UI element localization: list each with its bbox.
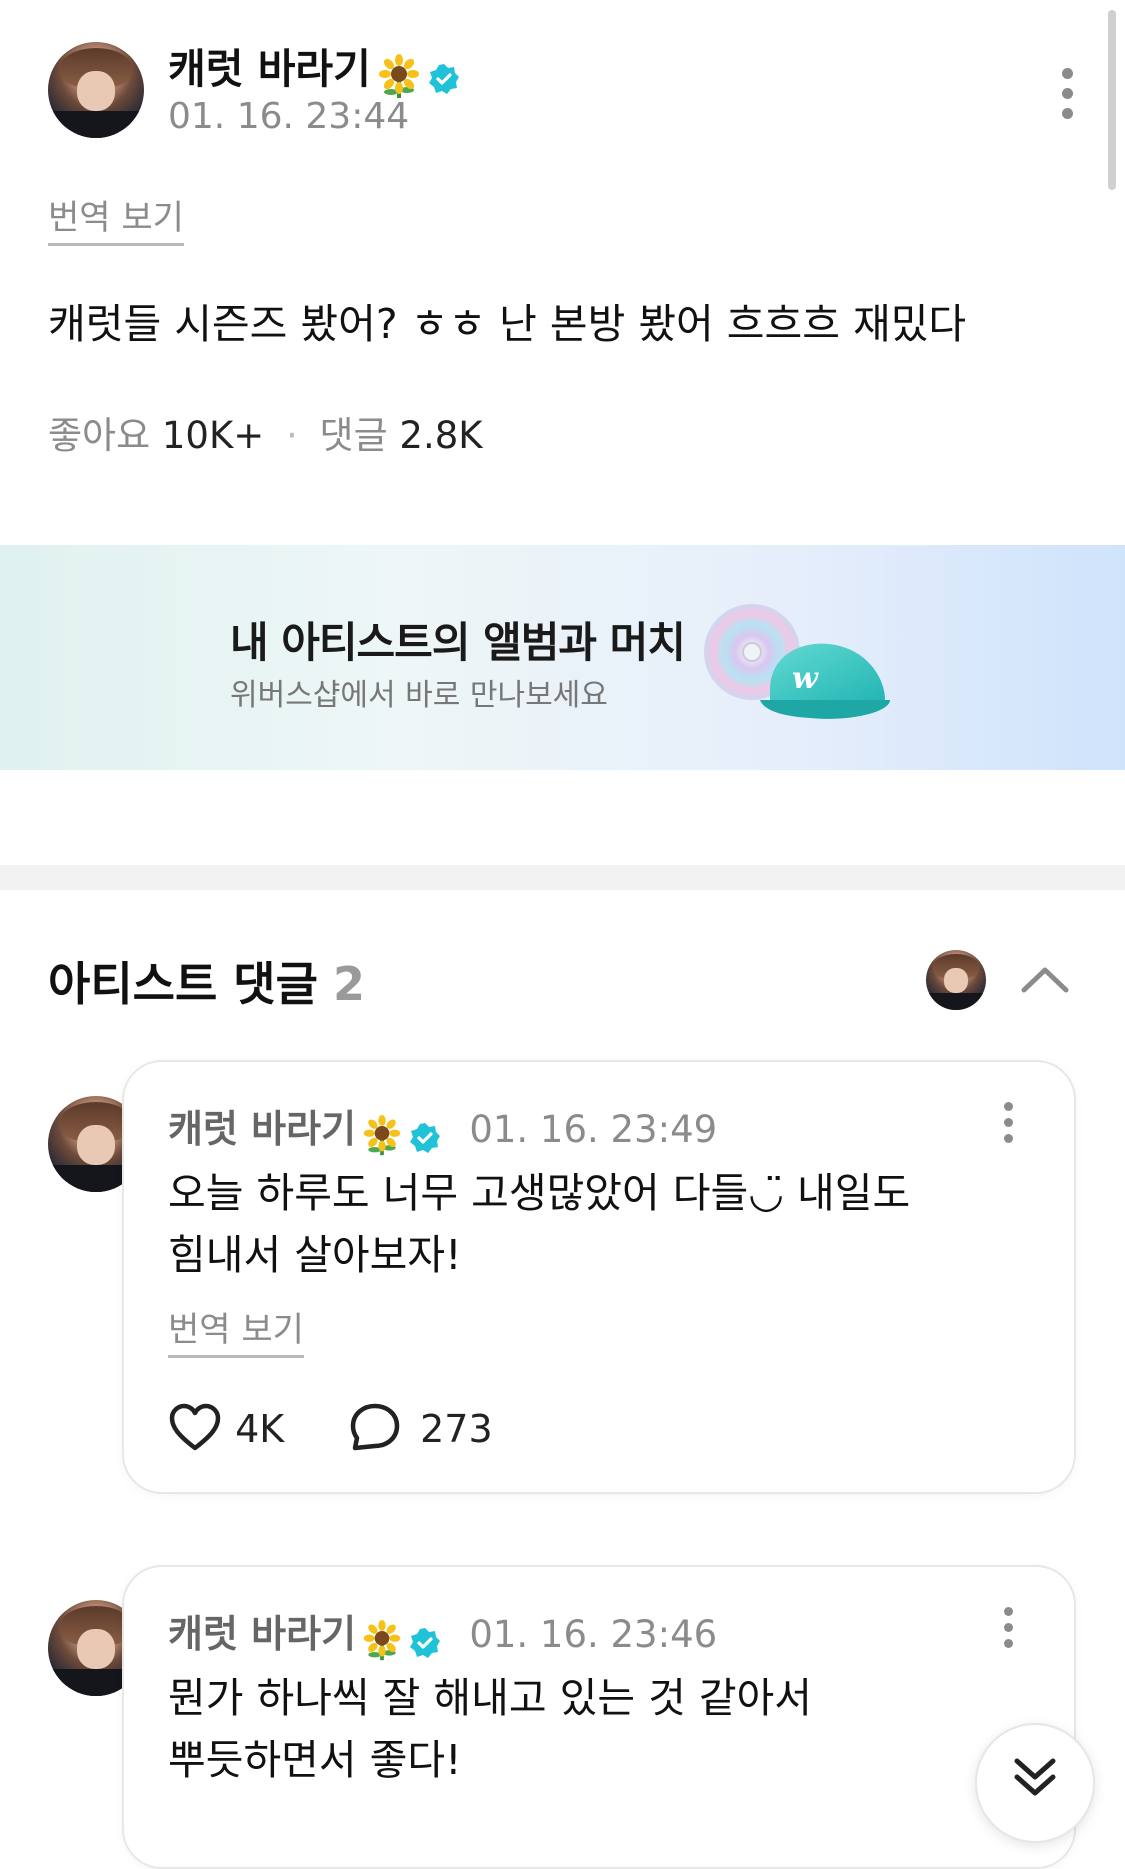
double-chevron-down-icon [1014, 1758, 1056, 1796]
artist-comments-header: 아티스트 댓글 2 [48, 948, 365, 1014]
comment-text: 뭔가 하나씩 잘 해내고 있는 것 같아서 뿌듯하면서 좋다! [168, 1667, 812, 1791]
author-avatar[interactable] [48, 42, 144, 138]
comment-text: 오늘 하루도 너무 고생많았어 다들◡̈ 내일도 힘내서 살아보자! [168, 1162, 910, 1286]
verified-badge-icon [408, 1626, 442, 1660]
comment-text-line: 오늘 하루도 너무 고생많았어 다들◡̈ 내일도 [168, 1169, 911, 1217]
reply-count: 273 [420, 1407, 493, 1451]
translate-link[interactable]: 번역 보기 [168, 1302, 304, 1358]
comment-author-name[interactable]: 캐럿 바라기 [168, 1612, 356, 1656]
comment-text-line: 뿌듯하면서 좋다! [168, 1736, 462, 1784]
section-divider [0, 865, 1125, 890]
banner-subtitle: 위버스샵에서 바로 만나보세요 [230, 678, 608, 713]
sunflower-icon [361, 1114, 403, 1161]
comment-text-line: 뭔가 하나씩 잘 해내고 있는 것 같아서 [168, 1674, 812, 1722]
likes-label: 좋아요 [48, 414, 151, 457]
stats-separator: · [286, 414, 298, 457]
post-author-name[interactable]: 캐럿 바라기 [168, 45, 371, 93]
comment-meta: 캐럿 바라기 01. [168, 1603, 717, 1666]
comment-author-name[interactable]: 캐럿 바라기 [168, 1107, 356, 1151]
more-vertical-icon[interactable] [1057, 68, 1077, 128]
scrollbar-thumb[interactable] [1108, 10, 1116, 190]
post-body: 캐럿들 시즌즈 봤어? ㅎㅎ 난 본방 봤어 흐흐흐 재밌다 [48, 300, 967, 348]
artist-comments-count: 2 [333, 957, 366, 1011]
post-stats: 좋아요 10K+ · 댓글 2.8K [48, 405, 483, 459]
comment-like-button[interactable]: 4K [168, 1402, 284, 1456]
banner-title: 내 아티스트의 앨범과 머치 [230, 618, 686, 667]
artist-comment-card: 캐럿 바라기 01. [122, 1565, 1076, 1869]
like-count: 4K [235, 1407, 285, 1451]
shop-banner[interactable]: 내 아티스트의 앨범과 머치 위버스샵에서 바로 만나보세요 w [0, 545, 1125, 770]
heart-icon [168, 1402, 222, 1456]
comment-bubble-icon [349, 1402, 401, 1456]
post-timestamp: 01. 16. 23:44 [168, 96, 410, 137]
comment-timestamp: 01. 16. 23:46 [469, 1613, 718, 1656]
sunflower-icon [361, 1619, 403, 1666]
post-author-row: 캐럿 바라기 [168, 35, 461, 104]
comment-text-line: 힘내서 살아보자! [168, 1231, 462, 1279]
artist-comments-title: 아티스트 댓글 [48, 957, 318, 1011]
more-vertical-icon[interactable] [1000, 1102, 1016, 1152]
scroll-down-button[interactable] [975, 1723, 1095, 1843]
artist-filter-avatar[interactable] [926, 950, 986, 1010]
verified-badge-icon [408, 1121, 442, 1155]
comments-count[interactable]: 2.8K [399, 414, 482, 457]
comment-meta: 캐럿 바라기 01. [168, 1098, 717, 1161]
likes-count[interactable]: 10K+ [162, 414, 264, 457]
more-vertical-icon[interactable] [1000, 1607, 1016, 1657]
comment-reply-button[interactable]: 273 [349, 1402, 493, 1456]
album-cap-illustration: w [700, 600, 900, 750]
verified-badge-icon [427, 62, 461, 96]
comments-label: 댓글 [319, 414, 388, 457]
comment-timestamp: 01. 16. 23:49 [469, 1108, 718, 1151]
chevron-up-icon[interactable] [1020, 960, 1070, 1000]
cap-logo: w [792, 661, 819, 696]
artist-comment-card: 캐럿 바라기 01. [122, 1060, 1076, 1494]
translate-link[interactable]: 번역 보기 [48, 190, 184, 246]
